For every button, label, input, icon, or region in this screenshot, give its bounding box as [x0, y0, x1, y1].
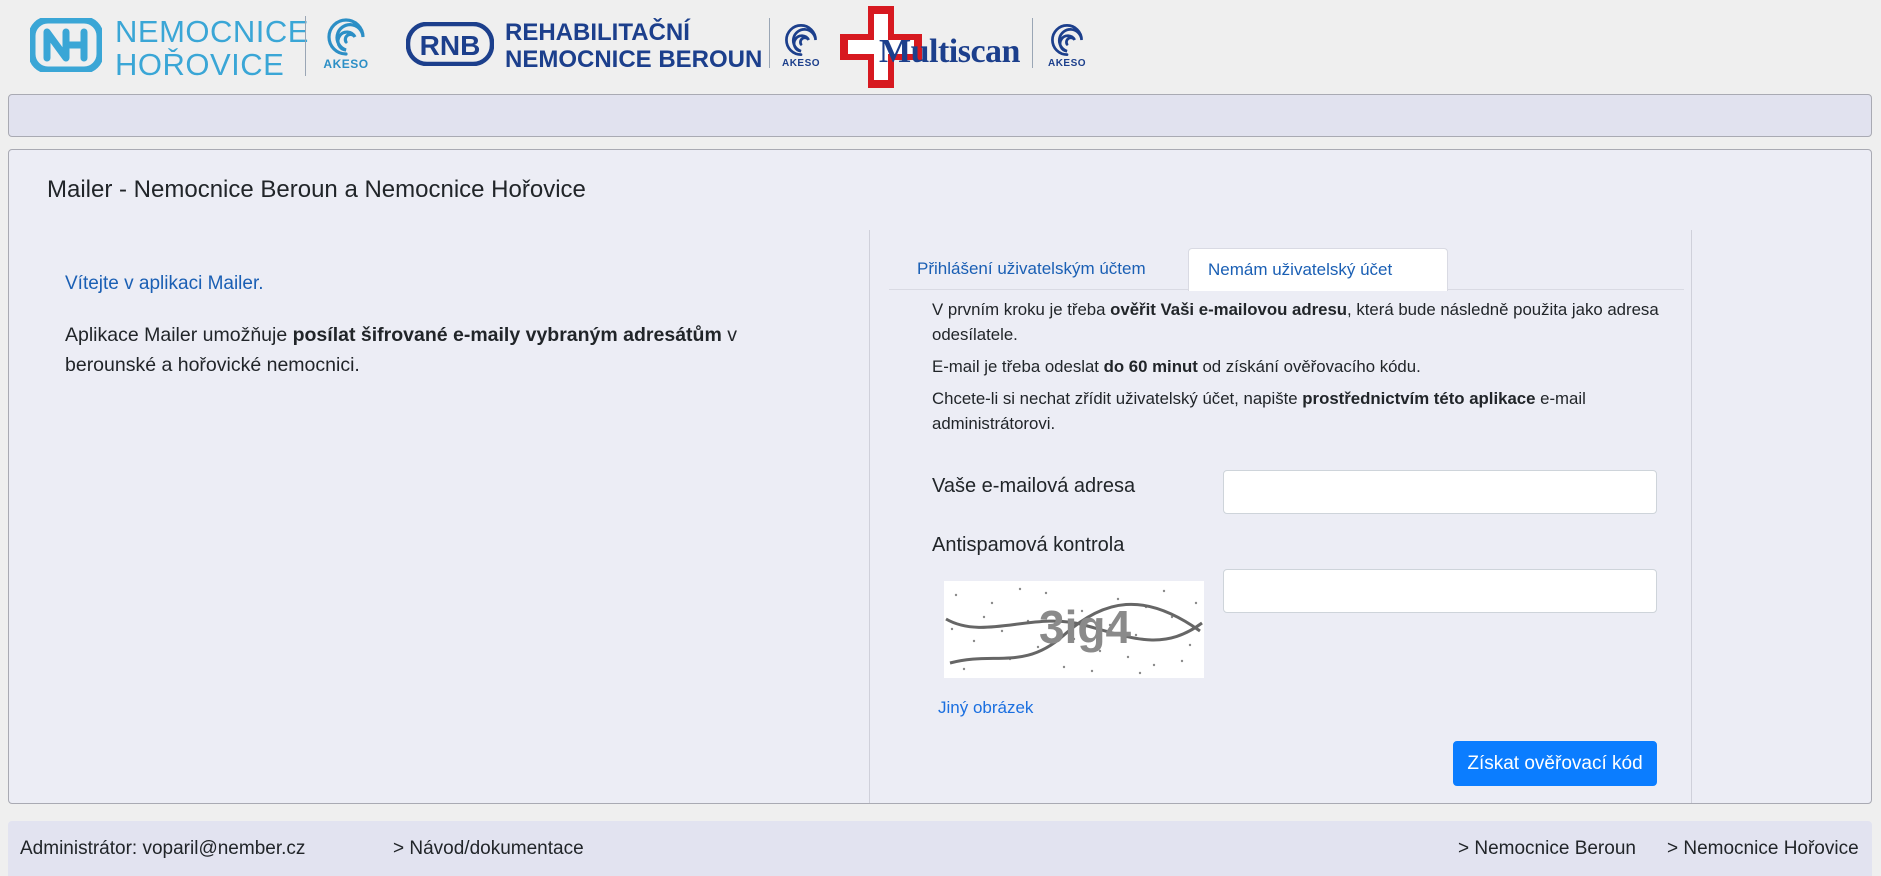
akeso-spiral-icon — [327, 18, 365, 56]
logo-divider — [1032, 18, 1033, 68]
info-bold: ověřit Vaši e-mailovou adresu — [1110, 300, 1348, 319]
logo-rnb-line2: NEMOCNICE BEROUN — [505, 46, 763, 73]
logo-divider — [769, 18, 770, 68]
footer-admin: Administrátor: voparil@nember.cz — [20, 838, 306, 859]
info-text: E-mail je třeba odeslat — [932, 357, 1104, 376]
info-paragraph-verify: V prvním kroku je třeba ověřit Vaši e-ma… — [932, 297, 1667, 347]
captcha-text: 3ig4 — [1039, 601, 1131, 653]
column-divider — [1691, 230, 1692, 803]
captcha-image: 3ig4 — [944, 581, 1204, 678]
akeso-logo: AKESO — [779, 22, 823, 70]
captcha-label: Antispamová kontrola — [932, 534, 1125, 556]
column-divider — [869, 230, 870, 803]
akeso-logo: AKESO — [1045, 22, 1089, 70]
main-card: Mailer - Nemocnice Beroun a Nemocnice Ho… — [8, 149, 1872, 804]
footer-beroun-link[interactable]: > Nemocnice Beroun — [1458, 838, 1636, 860]
intro-bold: posílat šifrované e-maily vybraným adres… — [292, 324, 722, 346]
info-text: od získání ověřovacího kódu. — [1197, 357, 1421, 376]
nemocnice-horovice-logo-mark — [28, 16, 104, 74]
multiscan-logo-text: Multiscan — [879, 33, 1020, 70]
akeso-label: AKESO — [781, 58, 821, 69]
nemocnice-horovice-logo-text: NEMOCNICE HOŘOVICE — [115, 15, 309, 81]
logo-header: NEMOCNICE HOŘOVICE AKESO RNB REHABILITAČ… — [0, 0, 1881, 92]
email-field[interactable] — [1223, 470, 1657, 514]
get-verification-code-button[interactable]: Získat ověřovací kód — [1453, 741, 1657, 786]
rnb-logo-text: REHABILITAČNÍ NEMOCNICE BEROUN — [505, 19, 762, 73]
logo-nh-line1: NEMOCNICE — [115, 14, 309, 49]
email-label: Vaše e-mailová adresa — [932, 475, 1136, 497]
welcome-text: Vítejte v aplikaci Mailer. — [65, 273, 264, 294]
akeso-spiral-icon — [785, 24, 817, 56]
logo-nh-line2: HOŘOVICE — [115, 47, 285, 82]
intro-text: Aplikace Mailer umožňuje posílat šifrova… — [65, 320, 785, 380]
logo-rnb-line1: REHABILITAČNÍ — [505, 19, 690, 46]
info-bold: prostřednictvím této aplikace — [1302, 389, 1536, 408]
rnb-logo-mark: RNB — [405, 21, 495, 67]
captcha-field[interactable] — [1223, 569, 1657, 613]
info-text: V prvním kroku je třeba — [932, 300, 1111, 319]
page-title: Mailer - Nemocnice Beroun a Nemocnice Ho… — [47, 176, 586, 203]
footer: Administrátor: voparil@nember.cz > Návod… — [8, 821, 1872, 876]
info-paragraph-time-limit: E-mail je třeba odeslat do 60 minut od z… — [932, 354, 1667, 379]
akeso-label: AKESO — [1047, 58, 1087, 69]
navigation-bar — [8, 94, 1872, 137]
info-bold: do 60 minut — [1103, 357, 1198, 376]
other-image-link[interactable]: Jiný obrázek — [938, 698, 1033, 718]
info-paragraph-account: Chcete-li si nechat zřídit uživatelský ú… — [932, 386, 1667, 436]
logo-divider — [305, 16, 306, 76]
tab-no-account[interactable]: Nemám uživatelský účet — [1188, 248, 1448, 291]
tab-login[interactable]: Přihlášení uživatelským účtem — [898, 248, 1165, 289]
footer-horovice-link[interactable]: > Nemocnice Hořovice — [1667, 838, 1859, 860]
footer-docs-link[interactable]: > Návod/dokumentace — [393, 838, 584, 860]
info-text: Chcete-li si nechat zřídit uživatelský ú… — [932, 389, 1303, 408]
akeso-logo: AKESO — [322, 16, 370, 70]
intro-part1: Aplikace Mailer umožňuje — [65, 324, 293, 346]
akeso-label: AKESO — [323, 57, 369, 71]
akeso-spiral-icon — [1051, 24, 1083, 56]
svg-text:RNB: RNB — [420, 30, 481, 61]
